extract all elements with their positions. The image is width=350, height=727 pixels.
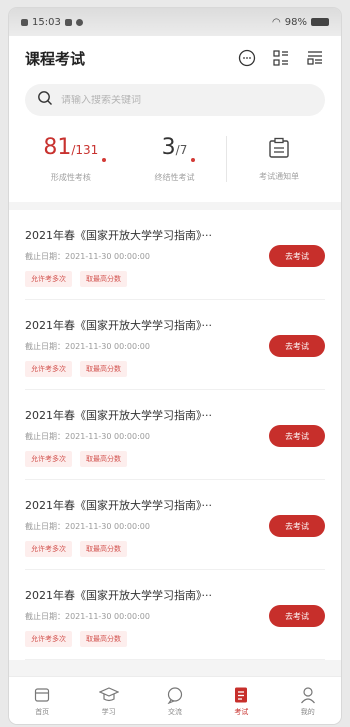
top-section: 课程考试 81 /13 <box>9 36 341 202</box>
stat-value: 3 <box>161 135 176 160</box>
tag-multiple-attempts: 允许考多次 <box>25 361 72 377</box>
exam-title: 2021年春《国家开放大学学习指南》··· <box>25 409 212 422</box>
exam-card[interactable]: 2021年春《国家开放大学学习指南》··· 截止日期：2021-11-30 00… <box>25 570 325 660</box>
take-exam-button[interactable]: 去考试 <box>269 605 325 627</box>
page-title: 课程考试 <box>25 49 86 68</box>
exam-card[interactable]: 2021年春《国家开放大学学习指南》··· 截止日期：2021-11-30 00… <box>25 300 325 390</box>
tag-highest-score: 取最高分数 <box>80 541 127 557</box>
stat-value: 81 <box>43 135 72 160</box>
nav-label: 交流 <box>167 707 182 716</box>
exam-title: 2021年春《国家开放大学学习指南》··· <box>25 229 212 242</box>
stat-label: 形成性考核 <box>50 173 91 182</box>
notice-label: 考试通知单 <box>259 171 300 181</box>
exam-title: 2021年春《国家开放大学学习指南》··· <box>25 319 212 332</box>
status-time: 15:03 <box>32 16 61 28</box>
tag-highest-score: 取最高分数 <box>80 271 127 287</box>
exam-title: 2021年春《国家开放大学学习指南》··· <box>25 589 212 602</box>
stat-formative[interactable]: 81 /131 形成性考核 <box>19 135 123 183</box>
nav-label: 考试 <box>234 707 249 716</box>
tag-multiple-attempts: 允许考多次 <box>25 541 72 557</box>
exam-icon <box>231 685 251 705</box>
exam-list: 2021年春《国家开放大学学习指南》··· 截止日期：2021-11-30 00… <box>9 210 341 660</box>
tag-highest-score: 取最高分数 <box>80 631 127 647</box>
nav-study[interactable]: 学习 <box>84 685 134 717</box>
exam-title: 2021年春《国家开放大学学习指南》··· <box>25 499 212 512</box>
chat-icon <box>165 685 185 705</box>
nav-label: 我的 <box>300 707 315 716</box>
nav-exam[interactable]: 考试 <box>216 685 266 717</box>
take-exam-button[interactable]: 去考试 <box>269 515 325 537</box>
stat-final[interactable]: 3 /7 终结性考试 <box>123 135 227 183</box>
exam-card[interactable]: 2021年春《国家开放大学学习指南》··· 截止日期：2021-11-30 00… <box>25 480 325 570</box>
notification-icon <box>64 18 72 26</box>
exam-card[interactable]: 2021年春《国家开放大学学习指南》··· 截止日期：2021-11-30 00… <box>25 390 325 480</box>
search-icon <box>37 90 53 110</box>
stat-label: 终结性考试 <box>154 173 195 182</box>
stat-total: /7 <box>175 143 188 157</box>
tag-multiple-attempts: 允许考多次 <box>25 271 72 287</box>
filter-list-icon[interactable] <box>305 48 325 68</box>
tag-multiple-attempts: 允许考多次 <box>25 451 72 467</box>
bottom-nav: 首页 学习 交流 考试 我的 <box>9 676 341 724</box>
exam-card[interactable]: 2021年春《国家开放大学学习指南》··· 截止日期：2021-11-30 00… <box>25 210 325 300</box>
profile-icon <box>298 685 318 705</box>
search-input[interactable] <box>61 94 281 106</box>
take-exam-button[interactable]: 去考试 <box>269 245 325 267</box>
sim-icon <box>21 18 28 26</box>
nav-label: 首页 <box>35 707 50 716</box>
stat-total: /131 <box>71 143 99 157</box>
exam-notice[interactable]: 考试通知单 <box>227 137 331 182</box>
home-icon <box>32 685 52 705</box>
header: 课程考试 <box>9 36 341 80</box>
status-bar: 15:03 ◠ 98% <box>9 8 341 36</box>
take-exam-button[interactable]: 去考试 <box>269 335 325 357</box>
battery-percent: 98% <box>284 16 307 28</box>
nav-communicate[interactable]: 交流 <box>150 685 200 717</box>
location-icon <box>75 18 83 26</box>
stats-row: 81 /131 形成性考核 3 /7 终结性考试 考试通知单 <box>9 116 341 202</box>
take-exam-button[interactable]: 去考试 <box>269 425 325 447</box>
phone-screen: 15:03 ◠ 98% 课程考试 请输入搜索关键词 81 /131 形成性考核 … <box>9 8 341 724</box>
badge-dot <box>191 158 196 162</box>
graduation-cap-icon <box>98 685 119 705</box>
nav-home[interactable]: 首页 <box>17 685 67 717</box>
tag-highest-score: 取最高分数 <box>80 451 127 467</box>
nav-label: 学习 <box>101 707 116 716</box>
badge-dot <box>102 158 107 162</box>
category-icon[interactable] <box>271 48 291 68</box>
wifi-icon: ◠ <box>272 16 281 28</box>
tag-highest-score: 取最高分数 <box>80 361 127 377</box>
battery-icon <box>311 18 329 26</box>
search-bar[interactable] <box>25 84 325 116</box>
message-icon[interactable] <box>237 48 257 68</box>
nav-profile[interactable]: 我的 <box>283 685 333 717</box>
clipboard-icon <box>266 137 292 159</box>
tag-multiple-attempts: 允许考多次 <box>25 631 72 647</box>
